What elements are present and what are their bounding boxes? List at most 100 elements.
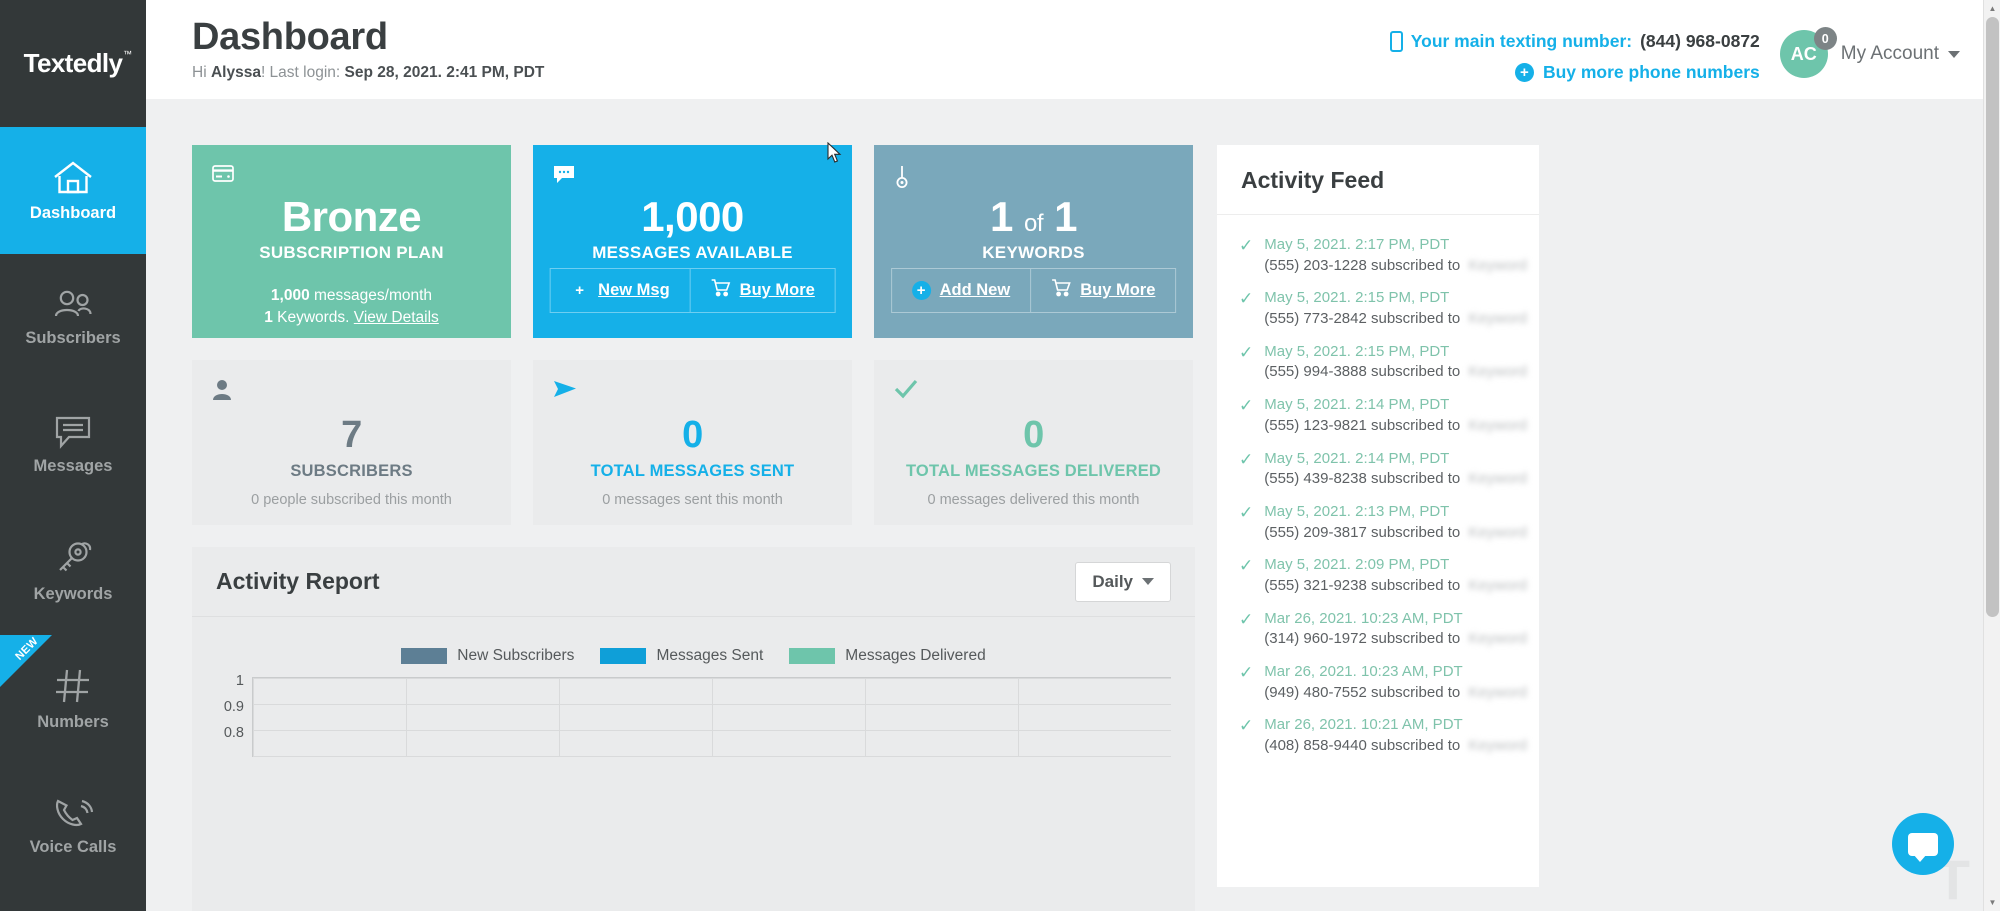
buy-more-keywords-label: Buy More <box>1080 281 1155 300</box>
chat-dots-icon <box>553 165 575 184</box>
greeting-prefix: Hi <box>192 64 211 81</box>
page-scrollbar[interactable]: ▲ ▼ <box>1983 0 2000 911</box>
activity-description-redacted: Keyword <box>1460 362 1527 383</box>
main-texting-number[interactable]: Your main texting number: (844) 968-0872 <box>1390 28 1760 55</box>
activity-description-text: (555) 439-8238 subscribed to <box>1264 470 1460 487</box>
buy-more-numbers-link[interactable]: + Buy more phone numbers <box>1390 59 1760 86</box>
sidebar-item-keywords[interactable]: Keywords <box>0 508 146 635</box>
activity-feed-item[interactable]: ✓ Mar 26, 2021. 10:21 AM, PDT(408) 858-94… <box>1217 709 1539 762</box>
plan-name: Bronze <box>192 195 511 239</box>
keywords-total: 1 <box>1054 193 1077 240</box>
keywords-used: 1 <box>990 193 1013 240</box>
card-subscription-plan[interactable]: Bronze SUBSCRIPTION PLAN 1,000 messages/… <box>192 145 511 338</box>
activity-description-redacted: Keyword <box>1460 683 1527 704</box>
legend-item[interactable]: Messages Sent <box>600 647 763 665</box>
add-new-keyword-button[interactable]: + Add New <box>892 269 1031 312</box>
chat-support-button[interactable] <box>1892 813 1954 875</box>
buy-more-keywords-button[interactable]: Buy More <box>1030 269 1175 312</box>
activity-time: Mar 26, 2021. 10:21 AM, PDT <box>1264 715 1527 736</box>
chart-plot-area: 1 0.9 0.8 <box>216 677 1171 757</box>
legend-label: New Subscribers <box>457 647 574 665</box>
activity-description: (555) 203-1228 subscribed to Keyword <box>1264 256 1527 277</box>
scroll-thumb[interactable] <box>1986 17 1999 617</box>
activity-description-text: (408) 858-9440 subscribed to <box>1264 737 1460 754</box>
activity-feed-item-texts: May 5, 2021. 2:09 PM, PDT(555) 321-9238 … <box>1264 555 1527 596</box>
activity-description-text: (314) 960-1972 subscribed to <box>1264 630 1460 647</box>
activity-description: (555) 321-9238 subscribed to Keyword <box>1264 576 1527 597</box>
plan-label: SUBSCRIPTION PLAN <box>192 243 511 263</box>
activity-description-text: (555) 209-3817 subscribed to <box>1264 524 1460 541</box>
notification-badge[interactable]: 0 <box>1814 27 1837 50</box>
activity-feed-item[interactable]: ✓May 5, 2021. 2:17 PM, PDT(555) 203-1228… <box>1217 229 1539 282</box>
content-area: Bronze SUBSCRIPTION PLAN 1,000 messages/… <box>146 99 2000 911</box>
phone-icon <box>52 796 94 830</box>
stat-card-messages-sent[interactable]: 0 TOTAL MESSAGES SENT 0 messages sent th… <box>533 360 852 525</box>
activity-description: (555) 439-8238 subscribed to Keyword <box>1264 469 1527 490</box>
plan-keywords-qty: 1 <box>264 309 273 326</box>
activity-feed-item[interactable]: ✓May 5, 2021. 2:15 PM, PDT(555) 994-3888… <box>1217 336 1539 389</box>
activity-feed-item[interactable]: ✓Mar 26, 2021. 10:23 AM, PDT(314) 960-19… <box>1217 603 1539 656</box>
texting-number-block: Your main texting number: (844) 968-0872… <box>1390 28 1760 86</box>
trademark-symbol: ™ <box>123 49 131 59</box>
activity-feed-panel: Activity Feed ✓May 5, 2021. 2:17 PM, PDT… <box>1217 145 1539 887</box>
activity-description-text: (555) 203-1228 subscribed to <box>1264 257 1460 274</box>
activity-feed-item[interactable]: ✓May 5, 2021. 2:14 PM, PDT(555) 123-9821… <box>1217 389 1539 442</box>
chevron-down-icon <box>1142 578 1154 585</box>
check-icon: ✓ <box>1239 502 1253 523</box>
stat-card-messages-delivered[interactable]: 0 TOTAL MESSAGES DELIVERED 0 messages de… <box>874 360 1193 525</box>
activity-description: (408) 858-9440 subscribed to Keyword <box>1264 736 1527 757</box>
sidebar-item-label: Subscribers <box>25 330 120 347</box>
chat-bubble-icon <box>1908 833 1938 856</box>
activity-feed-item-texts: Mar 26, 2021. 10:21 AM, PDT(408) 858-944… <box>1264 715 1527 756</box>
activity-feed-item-texts: May 5, 2021. 2:15 PM, PDT(555) 994-3888 … <box>1264 342 1527 383</box>
legend-swatch-messages-sent <box>600 648 646 664</box>
brand-logo[interactable]: Textedly™ <box>0 0 146 127</box>
plan-messages-text: messages/month <box>310 287 432 304</box>
sidebar-item-numbers[interactable]: NEW Numbers <box>0 635 146 762</box>
activity-feed-title: Activity Feed <box>1241 167 1515 194</box>
scroll-up-arrow[interactable]: ▲ <box>1984 0 2000 17</box>
activity-feed-item[interactable]: ✓May 5, 2021. 2:15 PM, PDT(555) 773-2842… <box>1217 282 1539 335</box>
new-msg-button[interactable]: + New Msg <box>550 269 690 312</box>
plan-details: 1,000 messages/month 1 Keywords. View De… <box>192 285 511 329</box>
sidebar-item-label: Messages <box>34 458 113 475</box>
legend-label: Messages Delivered <box>845 647 985 665</box>
last-login-time: Sep 28, 2021. 2:41 PM, PDT <box>345 64 545 81</box>
account-menu[interactable]: AC 0 My Account <box>1780 28 1960 78</box>
account-menu-trigger[interactable]: My Account <box>1841 43 1960 65</box>
activity-description-text: (555) 994-3888 subscribed to <box>1264 363 1460 380</box>
buy-more-numbers-label: Buy more phone numbers <box>1543 59 1760 86</box>
view-details-link[interactable]: View Details <box>354 309 439 326</box>
activity-description-redacted: Keyword <box>1460 576 1527 597</box>
buy-more-messages-button[interactable]: Buy More <box>690 269 835 312</box>
card-keywords[interactable]: 1 of 1 KEYWORDS + Add New <box>874 145 1193 338</box>
activity-report-panel: Activity Report Daily New Subscribers <box>192 547 1195 911</box>
plus-circle-icon: + <box>1515 63 1534 82</box>
key-icon <box>894 165 910 189</box>
cart-icon <box>1051 279 1071 302</box>
card-messages-available[interactable]: 1,000 MESSAGES AVAILABLE + New Msg <box>533 145 852 338</box>
chart-y-axis: 1 0.9 0.8 <box>216 677 252 757</box>
check-icon: ✓ <box>1239 555 1253 576</box>
legend-item[interactable]: New Subscribers <box>401 647 574 665</box>
chevron-down-icon <box>1948 51 1960 58</box>
messages-sent-label: TOTAL MESSAGES SENT <box>533 462 852 481</box>
activity-feed-item[interactable]: ✓ May 5, 2021. 2:09 PM, PDT(555) 321-9238… <box>1217 549 1539 602</box>
check-icon: ✓ <box>1239 715 1253 736</box>
report-range-select[interactable]: Daily <box>1075 562 1171 602</box>
sidebar-item-dashboard[interactable]: Dashboard <box>0 127 146 254</box>
new-badge-ribbon <box>0 635 52 687</box>
sidebar-item-subscribers[interactable]: Subscribers <box>0 254 146 381</box>
sidebar-item-messages[interactable]: Messages <box>0 381 146 508</box>
activity-feed-item[interactable]: ✓Mar 26, 2021. 10:23 AM, PDT(949) 480-75… <box>1217 656 1539 709</box>
legend-item[interactable]: Messages Delivered <box>789 647 985 665</box>
send-icon <box>553 379 577 399</box>
scroll-down-arrow[interactable]: ▼ <box>1984 894 2000 911</box>
activity-feed-item[interactable]: ✓May 5, 2021. 2:13 PM, PDT(555) 209-3817… <box>1217 496 1539 549</box>
stat-card-subscribers[interactable]: 7 SUBSCRIBERS 0 people subscribed this m… <box>192 360 511 525</box>
chart-legend: New Subscribers Messages Sent Messages D… <box>216 647 1171 665</box>
users-icon <box>52 289 94 321</box>
activity-feed-item[interactable]: ✓May 5, 2021. 2:14 PM, PDT(555) 439-8238… <box>1217 443 1539 496</box>
activity-description-text: (555) 123-9821 subscribed to <box>1264 417 1460 434</box>
sidebar-item-voice-calls[interactable]: Voice Calls <box>0 762 146 889</box>
